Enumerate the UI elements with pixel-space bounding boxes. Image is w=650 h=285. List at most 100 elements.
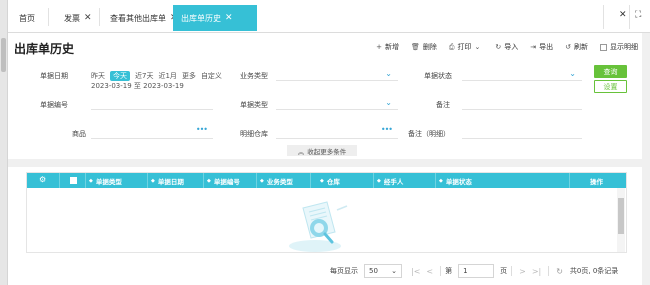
biz-type-select[interactable]: ⌄	[276, 67, 398, 81]
close-all-icon[interactable]: ✕	[619, 10, 627, 20]
left-scrollbar[interactable]	[0, 0, 8, 285]
show-detail-checkbox[interactable]: 显示明细	[600, 42, 638, 52]
remark-input[interactable]	[462, 96, 582, 110]
next-page-icon[interactable]: >	[519, 267, 526, 276]
tab-home[interactable]: 首页	[11, 5, 43, 31]
delete-button[interactable]: 🗑 删除	[411, 42, 437, 52]
select-all-checkbox[interactable]	[70, 177, 77, 184]
pager-divider	[440, 266, 442, 276]
column-settings-icon[interactable]: ⚙	[39, 175, 46, 184]
doc-status-label: 单据状态	[424, 72, 452, 80]
detail-warehouse-label: 明细仓库	[240, 130, 268, 138]
doc-status-select[interactable]: ⌄	[462, 67, 582, 81]
checkbox-box[interactable]	[600, 43, 607, 51]
date-quick-today[interactable]: 今天	[110, 71, 130, 81]
sort-icon[interactable]: ◆	[439, 178, 443, 184]
remark-detail-input[interactable]	[462, 125, 582, 139]
import-icon: ↻	[495, 43, 502, 51]
trash-icon: 🗑	[411, 43, 420, 51]
query-button[interactable]: 查询	[594, 65, 627, 78]
sort-icon[interactable]: ◆	[89, 178, 93, 184]
date-quick-yesterday[interactable]: 昨天	[91, 71, 105, 81]
sort-icon[interactable]: ◆	[260, 178, 264, 184]
col-label: 单据状态	[445, 177, 472, 186]
col-doc-type[interactable]: ◆ 单据类型	[89, 173, 122, 188]
doc-no-input[interactable]	[91, 96, 213, 110]
column-separator	[310, 173, 311, 188]
column-separator	[569, 173, 570, 188]
col-label: 单据日期	[157, 177, 184, 186]
date-quick-picker: 昨天 今天 近7天 近1月 更多 自定义	[91, 71, 227, 81]
col-doc-date[interactable]: ◆ 单据日期	[151, 173, 184, 188]
illustration-sparkle	[336, 205, 348, 211]
first-page-icon[interactable]: |<	[411, 267, 420, 276]
col-doc-status[interactable]: ◆ 单据状态	[439, 173, 472, 188]
chevron-up-icon: ︽	[297, 147, 305, 156]
collapse-label: 收起更多条件	[307, 147, 347, 156]
refresh-icon: ↺	[565, 43, 571, 51]
col-label: 操作	[590, 177, 603, 186]
grid-vertical-scrollbar[interactable]	[617, 188, 625, 252]
date-quick-7days[interactable]: 近7天	[135, 71, 153, 81]
empty-data-illustration	[289, 201, 348, 252]
sort-icon[interactable]: ◆	[207, 178, 211, 184]
print-button[interactable]: ⎙ 打印 ⌄	[449, 42, 483, 52]
fullscreen-icon[interactable]: ⛶	[635, 10, 641, 20]
more-dots-icon[interactable]: •••	[381, 125, 393, 134]
left-scrollbar-thumb[interactable]	[1, 38, 6, 72]
more-dots-icon[interactable]: •••	[196, 125, 208, 134]
date-quick-1month[interactable]: 近1月	[158, 71, 176, 81]
import-label: 导入	[504, 43, 519, 51]
sort-icon[interactable]: ◆	[377, 178, 381, 184]
chevron-down-icon: ⌄	[385, 69, 392, 78]
col-actions: 操作	[590, 173, 603, 188]
tab-label: 发票	[64, 13, 80, 23]
detail-warehouse-picker[interactable]: •••	[276, 125, 398, 139]
page-number-input[interactable]: 1	[458, 264, 495, 278]
scrollbar-thumb[interactable]	[618, 198, 624, 234]
pagination: 每页显示 50 ⌄ |< < 第 1 页 > >| ↻ 共0页, 0条记录	[330, 263, 630, 279]
doc-type-label: 单据类型	[240, 101, 268, 109]
col-label: 业务类型	[266, 177, 293, 186]
col-label: 仓库	[326, 177, 340, 186]
col-doc-no[interactable]: ◆ 单据编号	[207, 173, 240, 188]
sort-icon[interactable]: ◆	[151, 178, 155, 184]
tab-invoice[interactable]: 发票 ✕	[56, 5, 100, 31]
print-label: 打印	[457, 43, 472, 51]
column-separator	[373, 173, 374, 188]
date-quick-more[interactable]: 更多	[182, 71, 196, 81]
goods-picker[interactable]: •••	[91, 125, 213, 139]
tab-outbound-history[interactable]: 出库单历史 ✕	[173, 5, 257, 31]
export-button[interactable]: ⇥ 导出	[530, 42, 553, 52]
col-warehouse[interactable]: ◆ 仓库	[320, 173, 340, 188]
tab-label: 查看其他出库单	[110, 13, 166, 23]
tab-separator	[99, 8, 100, 26]
new-button[interactable]: + 新增	[376, 42, 399, 52]
col-biz-type[interactable]: ◆ 业务类型	[260, 173, 293, 188]
refresh-icon[interactable]: ↻	[556, 267, 563, 276]
close-icon[interactable]: ✕	[84, 13, 92, 23]
printer-icon: ⎙	[448, 42, 455, 51]
pager-summary: 共0页, 0条记录	[569, 267, 619, 275]
collapse-more-conditions[interactable]: ︽ 收起更多条件	[287, 145, 357, 156]
last-page-icon[interactable]: >|	[532, 267, 541, 276]
per-page-select[interactable]: 50 ⌄	[364, 264, 402, 278]
date-range[interactable]: 2023-03-19 至 2023-03-19	[91, 81, 184, 91]
remark-detail-label: 备注（明细）	[408, 130, 450, 138]
sort-icon[interactable]: ◆	[320, 178, 324, 184]
prev-page-icon[interactable]: <	[426, 267, 433, 276]
tab-label: 出库单历史	[181, 13, 221, 23]
tab-separator	[48, 8, 49, 26]
doc-date-label: 单据日期	[40, 72, 68, 80]
date-quick-custom[interactable]: 自定义	[201, 71, 222, 81]
doc-type-select[interactable]: ⌄	[276, 96, 398, 110]
column-separator	[256, 173, 257, 188]
col-handler[interactable]: ◆ 经手人	[377, 173, 403, 188]
export-icon: ⇥	[530, 43, 537, 51]
refresh-button[interactable]: ↺ 刷新	[565, 42, 588, 52]
chevron-down-icon: ⌄	[474, 43, 481, 51]
new-label: 新增	[385, 43, 399, 51]
close-icon[interactable]: ✕	[225, 13, 233, 23]
reset-button[interactable]: 设置	[594, 80, 627, 93]
import-button[interactable]: ↻ 导入	[495, 42, 518, 52]
